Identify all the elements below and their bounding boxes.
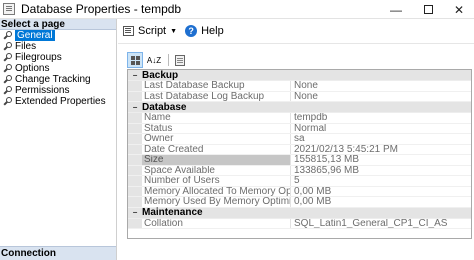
wrench-icon xyxy=(3,75,12,84)
property-pages-button[interactable] xyxy=(172,52,188,68)
property-value: Normal xyxy=(294,123,327,133)
property-value: 0,00 MB xyxy=(294,197,332,207)
property-row[interactable]: Space Available 133865,96 MB xyxy=(128,165,471,176)
property-row[interactable]: Collation SQL_Latin1_General_CP1_CI_AS xyxy=(128,218,471,229)
sort-alpha-icon: A↓Z xyxy=(146,55,162,65)
property-value: 2021/02/13 5:45:21 PM xyxy=(294,144,398,154)
category-label: Backup xyxy=(142,69,179,81)
toolbar-divider xyxy=(118,43,474,44)
window-app-icon xyxy=(3,3,15,15)
property-name: Status xyxy=(142,123,291,133)
category-label: Database xyxy=(142,101,187,113)
property-name: Collation xyxy=(142,218,291,228)
sidebar-item-label: Filegroups xyxy=(15,52,62,63)
property-row[interactable]: Memory Allocated To Memory Optimized Obj… xyxy=(128,186,471,197)
minimize-button[interactable]: — xyxy=(381,0,411,19)
sidebar-item-label: Extended Properties xyxy=(15,96,106,107)
close-button[interactable]: ✕ xyxy=(444,0,474,19)
maximize-button[interactable] xyxy=(413,0,443,19)
property-name: Size xyxy=(142,155,291,165)
title-bar: Database Properties - tempdb — ✕ xyxy=(0,0,474,19)
sidebar-item-general[interactable]: General xyxy=(0,30,116,41)
collapse-icon[interactable]: − xyxy=(128,70,142,81)
collapse-icon[interactable]: − xyxy=(128,102,142,113)
property-name: Last Database Backup xyxy=(142,81,291,91)
property-name: Name xyxy=(142,113,291,123)
property-name: Owner xyxy=(142,134,291,144)
property-value: None xyxy=(294,91,318,101)
wrench-icon xyxy=(3,31,12,40)
property-name: Number of Users xyxy=(142,176,291,186)
sidebar-item-options[interactable]: Options xyxy=(0,63,116,74)
category-maintenance[interactable]: − Maintenance xyxy=(128,207,471,219)
property-row[interactable]: Last Database Log Backup None xyxy=(128,91,471,102)
wrench-icon xyxy=(3,97,12,106)
property-row[interactable]: Memory Used By Memory Optimized Objects … xyxy=(128,197,471,208)
script-button[interactable]: Script ▼ xyxy=(123,25,177,37)
sidebar-item-filegroups[interactable]: Filegroups xyxy=(0,52,116,63)
chevron-down-icon[interactable]: ▼ xyxy=(170,28,177,35)
sidebar-item-label: Change Tracking xyxy=(15,74,91,85)
help-button[interactable]: ? Help xyxy=(185,25,224,37)
category-label: Maintenance xyxy=(142,207,203,218)
property-name: Memory Allocated To Memory Optimized Obj… xyxy=(144,186,291,196)
wrench-icon xyxy=(3,64,12,73)
categorized-icon xyxy=(130,55,140,65)
wrench-icon xyxy=(3,53,12,62)
property-name: Space Available xyxy=(142,165,291,175)
window-title: Database Properties - tempdb xyxy=(21,2,182,16)
property-row[interactable]: Status Normal xyxy=(128,123,471,134)
property-row[interactable]: Number of Users 5 xyxy=(128,176,471,187)
property-pages-icon xyxy=(175,54,185,66)
category-backup[interactable]: − Backup xyxy=(128,70,471,81)
property-row[interactable]: Owner sa xyxy=(128,134,471,145)
property-row-selected[interactable]: Size 155815,13 MB xyxy=(128,155,471,166)
help-icon: ? xyxy=(185,25,198,37)
property-value: 133865,96 MB xyxy=(294,165,360,175)
sidebar-item-label: General xyxy=(15,30,55,41)
property-row[interactable]: Last Database Backup None xyxy=(128,81,471,92)
sidebar-item-files[interactable]: Files xyxy=(0,41,116,52)
collapse-icon[interactable]: − xyxy=(128,207,142,218)
wrench-icon xyxy=(3,86,12,95)
main-toolbar: Script ▼ ? Help xyxy=(118,19,474,43)
sidebar-item-label: Files xyxy=(15,41,37,52)
property-value: SQL_Latin1_General_CP1_CI_AS xyxy=(294,218,448,228)
property-value: sa xyxy=(294,134,305,144)
connection-header: Connection xyxy=(0,246,116,260)
sidebar-item-permissions[interactable]: Permissions xyxy=(0,85,116,96)
categorized-view-button[interactable] xyxy=(127,52,143,68)
property-value: 5 xyxy=(294,176,300,186)
property-value: 0,00 MB xyxy=(294,186,332,196)
sidebar-item-label: Options xyxy=(15,63,50,74)
property-grid-toolbar: A↓Z xyxy=(127,52,191,68)
property-value: 155815,13 MB xyxy=(294,155,360,165)
page-selector-sidebar: Select a page General Files Filegroups O… xyxy=(0,19,117,260)
property-row[interactable]: Date Created 2021/02/13 5:45:21 PM xyxy=(128,144,471,155)
property-name: Last Database Log Backup xyxy=(142,91,291,101)
category-database[interactable]: − Database xyxy=(128,102,471,113)
property-grid: − Backup Last Database Backup None Last … xyxy=(127,69,472,239)
property-name: Memory Used By Memory Optimized Objects xyxy=(144,197,291,207)
property-value: None xyxy=(294,81,318,91)
sidebar-item-label: Permissions xyxy=(15,85,70,96)
alphabetical-sort-button[interactable]: A↓Z xyxy=(146,52,162,68)
property-value: tempdb xyxy=(294,113,328,123)
sidebar-item-change-tracking[interactable]: Change Tracking xyxy=(0,74,116,85)
maximize-icon xyxy=(423,5,433,14)
select-page-header: Select a page xyxy=(0,19,116,30)
script-label: Script xyxy=(138,25,167,37)
help-label: Help xyxy=(201,25,224,37)
property-row[interactable]: Name tempdb xyxy=(128,113,471,124)
sidebar-item-extended-properties[interactable]: Extended Properties xyxy=(0,96,116,107)
property-name: Date Created xyxy=(142,144,291,154)
toolbar-separator xyxy=(168,54,169,66)
wrench-icon xyxy=(3,42,12,51)
script-icon xyxy=(123,26,134,36)
